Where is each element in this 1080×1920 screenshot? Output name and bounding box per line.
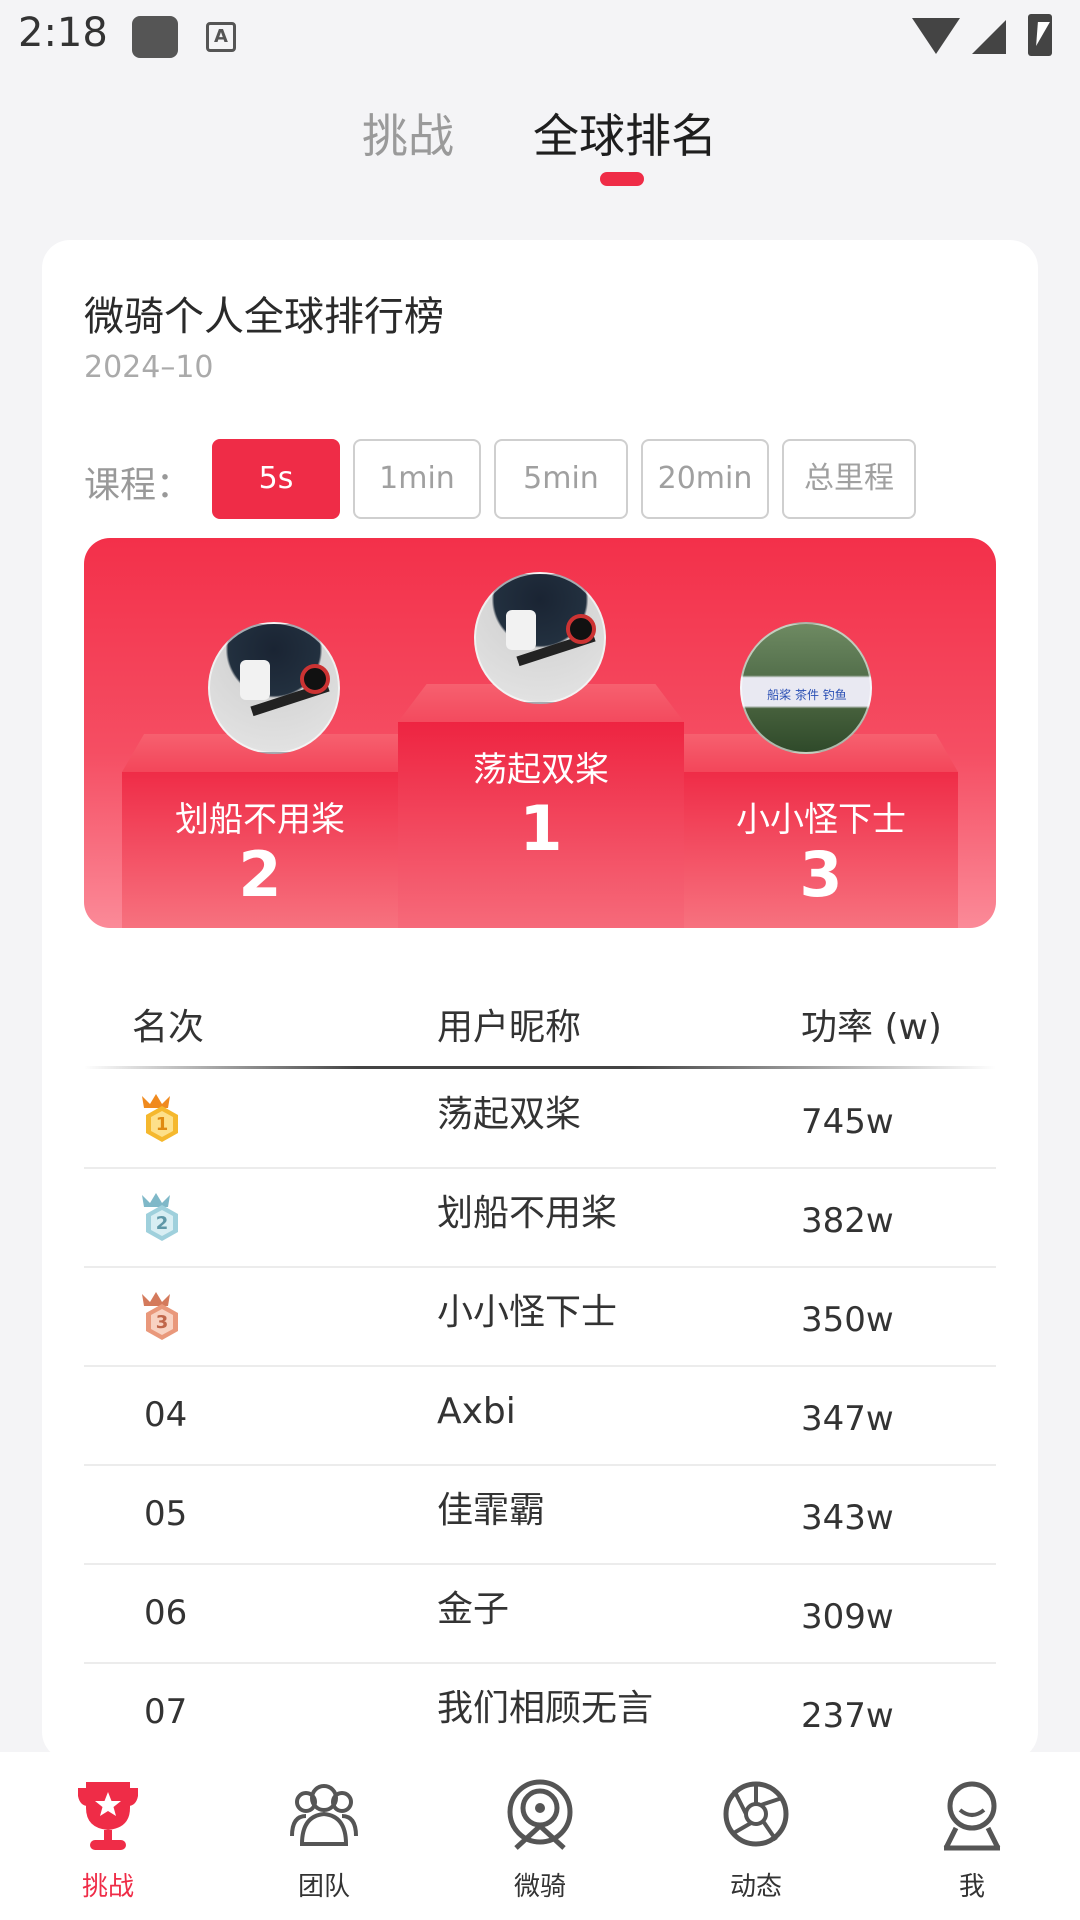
aperture-icon [723, 1781, 789, 1847]
row-nickname: 荡起双桨 [437, 1094, 582, 1135]
leaderboard-title: 微骑个人全球排行榜 [84, 294, 444, 340]
podium: 船桨 茶件 钓鱼 荡起双桨 1 划船不用桨 2 小小怪下士 3 [84, 538, 996, 928]
table-row[interactable]: 06 金子 309w [84, 1565, 996, 1664]
tab-global-ranking[interactable]: 全球排名 [533, 100, 717, 166]
row-power: 382w [801, 1201, 894, 1241]
podium-rank-3: 3 [799, 838, 843, 911]
row-rank: 05 [144, 1494, 188, 1534]
row-nickname: 小小怪下士 [437, 1292, 618, 1333]
course-option-5s[interactable]: 5s [212, 439, 340, 519]
course-option-total-distance[interactable]: 总里程 [782, 439, 916, 519]
active-tab-indicator [600, 172, 644, 186]
avatar-sign-text: 船桨 茶件 钓鱼 [767, 688, 847, 702]
status-time: 2:18 [18, 10, 108, 56]
nav-label: 动态 [729, 1872, 782, 1902]
header-power: 功率 (w) [801, 1007, 942, 1048]
team-icon [290, 1784, 358, 1846]
podium-name-3: 小小怪下士 [736, 800, 906, 840]
svg-text:3: 3 [156, 1312, 169, 1333]
header-rank: 名次 [132, 1007, 205, 1048]
nav-challenge[interactable]: 挑战 [0, 1752, 216, 1920]
nav-label: 团队 [297, 1872, 350, 1902]
avatar-rank-2[interactable] [208, 622, 340, 754]
svg-text:2: 2 [156, 1213, 169, 1234]
keyboard-a-icon: A [206, 22, 236, 52]
battery-charging-icon [1028, 14, 1052, 56]
bronze-medal-icon: 3 [142, 1292, 178, 1340]
podium-name-2: 划船不用桨 [175, 800, 345, 840]
avatar-rank-3[interactable]: 船桨 茶件 钓鱼 [740, 622, 872, 754]
row-nickname: Axbi [437, 1391, 516, 1432]
nav-label: 挑战 [81, 1872, 134, 1902]
row-power: 350w [801, 1300, 894, 1340]
avatar-rank-1[interactable] [474, 572, 606, 704]
profile-icon [943, 1781, 1001, 1851]
table-row[interactable]: 05 佳霏霸 343w [84, 1466, 996, 1565]
nav-ride[interactable]: 微骑 [432, 1752, 648, 1920]
row-nickname: 划船不用桨 [437, 1193, 618, 1234]
row-rank: 04 [144, 1395, 188, 1435]
status-indicators [912, 14, 1062, 58]
course-label: 课程： [84, 465, 193, 506]
row-power: 309w [801, 1597, 894, 1637]
row-rank: 06 [144, 1593, 188, 1633]
status-bar: 2:18 A [0, 0, 1080, 72]
podium-name-1: 荡起双桨 [473, 750, 609, 790]
header-divider [84, 1066, 996, 1069]
course-option-20min[interactable]: 20min [641, 439, 769, 519]
bottom-navigation: 挑战 团队 微骑 动态 我 [0, 1752, 1080, 1920]
row-power: 347w [801, 1399, 894, 1439]
cell-signal-icon [972, 20, 1006, 54]
table-row[interactable]: 3 小小怪下士 350w [84, 1268, 996, 1367]
gold-medal-icon: 1 [142, 1094, 178, 1142]
podium-rank-2: 2 [238, 838, 282, 911]
row-nickname: 金子 [437, 1589, 510, 1630]
table-row[interactable]: 07 我们相顾无言 237w [84, 1664, 996, 1763]
nav-me[interactable]: 我 [864, 1752, 1080, 1920]
notification-square-icon [132, 16, 178, 58]
trophy-icon [78, 1782, 138, 1850]
row-rank: 07 [144, 1692, 188, 1732]
silver-medal-icon: 2 [142, 1193, 178, 1241]
header-nickname: 用户昵称 [437, 1007, 582, 1048]
svg-text:1: 1 [156, 1114, 169, 1135]
table-row[interactable]: 2 划船不用桨 382w [84, 1169, 996, 1268]
course-option-5min[interactable]: 5min [494, 439, 628, 519]
row-nickname: 佳霏霸 [437, 1490, 546, 1531]
nav-team[interactable]: 团队 [216, 1752, 432, 1920]
row-nickname: 我们相顾无言 [437, 1688, 654, 1729]
nav-label: 微骑 [513, 1872, 566, 1902]
nav-moments[interactable]: 动态 [648, 1752, 864, 1920]
table-row[interactable]: 04 Axbi 347w [84, 1367, 996, 1466]
nav-label: 我 [958, 1872, 985, 1902]
tab-challenge[interactable]: 挑战 [362, 100, 454, 166]
row-power: 237w [801, 1696, 894, 1736]
wifi-icon [912, 18, 960, 54]
table-row[interactable]: 1 荡起双桨 745w [84, 1070, 996, 1169]
row-power: 745w [801, 1102, 894, 1142]
course-option-1min[interactable]: 1min [353, 439, 481, 519]
podium-rank-1: 1 [519, 792, 563, 865]
row-power: 343w [801, 1498, 894, 1538]
ride-icon [507, 1779, 573, 1850]
leaderboard-date: 2024–10 [84, 350, 214, 385]
